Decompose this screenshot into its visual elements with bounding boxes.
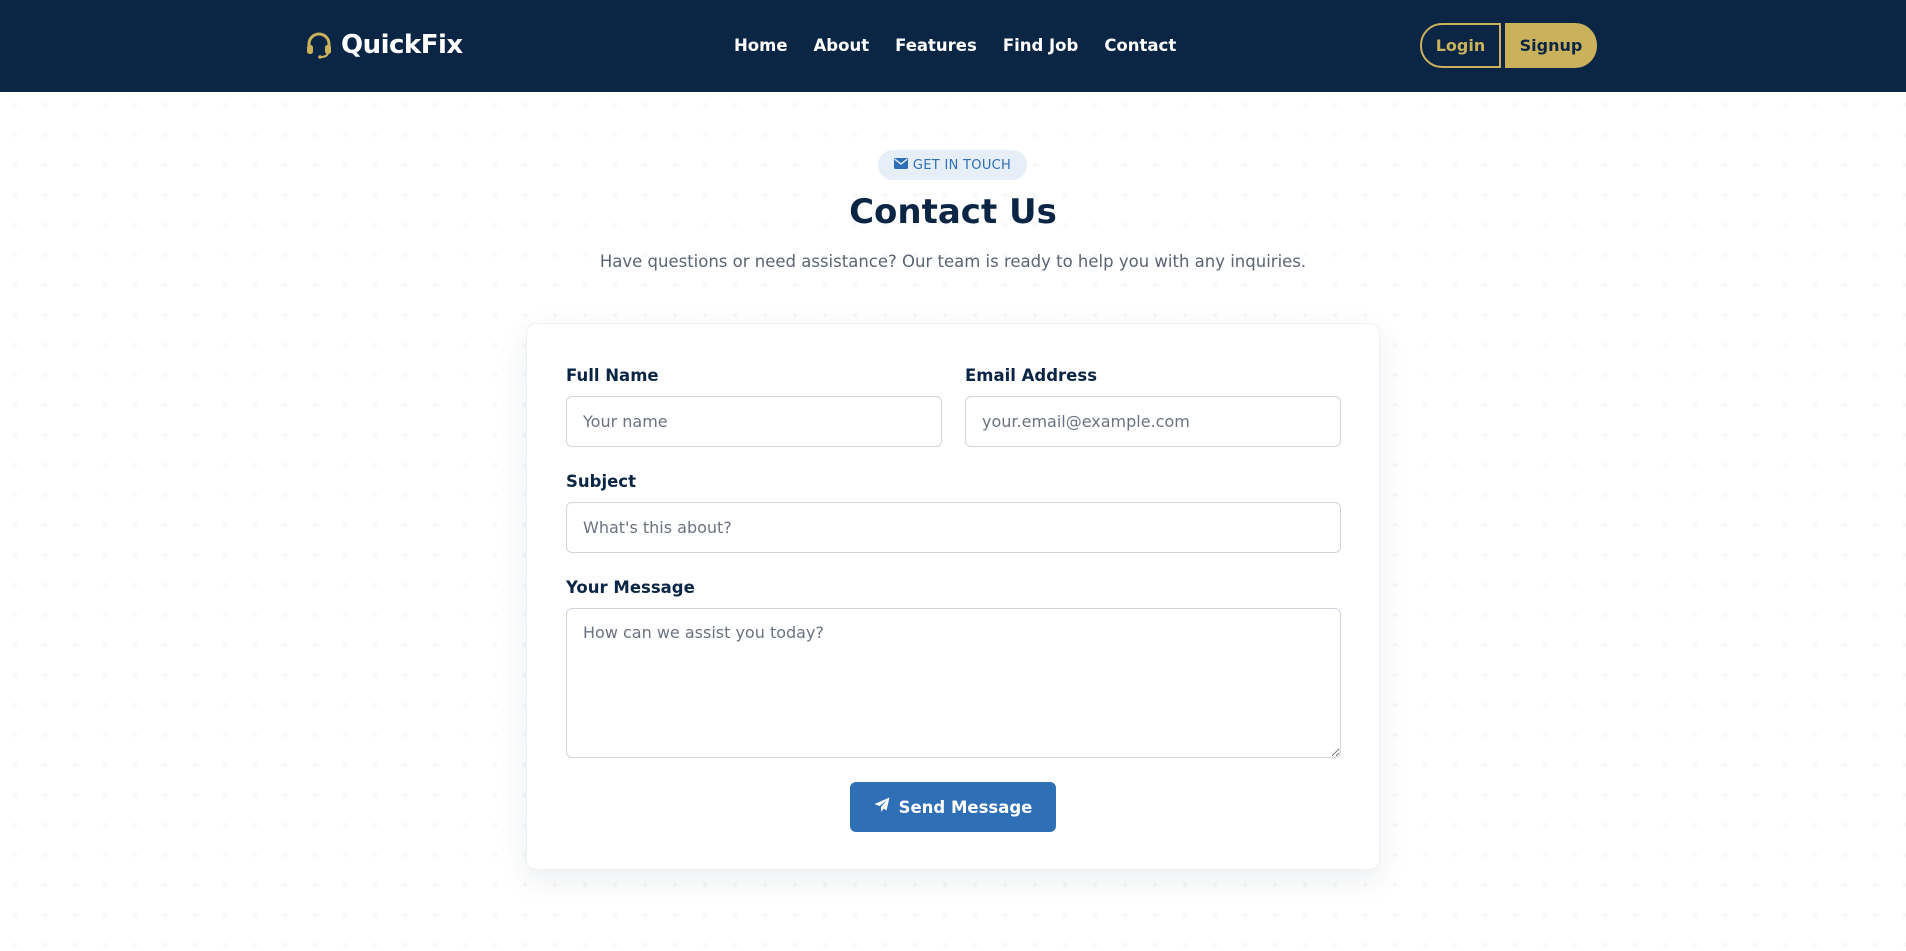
get-in-touch-badge: GET IN TOUCH bbox=[878, 150, 1027, 180]
subject-label: Subject bbox=[566, 472, 636, 491]
email-input[interactable] bbox=[965, 396, 1341, 447]
badge-label: GET IN TOUCH bbox=[912, 157, 1012, 173]
email-label: Email Address bbox=[965, 366, 1098, 385]
send-message-label: Send Message bbox=[898, 797, 1033, 817]
message-label: Your Message bbox=[566, 578, 695, 597]
headset-icon bbox=[303, 29, 335, 61]
login-button[interactable]: Login bbox=[1420, 23, 1501, 68]
page-title: Contact Us bbox=[849, 192, 1057, 232]
page-subtitle: Have questions or need assistance? Our t… bbox=[599, 252, 1307, 271]
brand-name: QuickFix bbox=[341, 30, 463, 60]
subject-input[interactable] bbox=[566, 502, 1341, 553]
nav-link-find-job[interactable]: Find Job bbox=[1003, 36, 1079, 55]
nav-link-home[interactable]: Home bbox=[734, 36, 788, 55]
signup-button[interactable]: Signup bbox=[1505, 23, 1597, 68]
message-textarea[interactable] bbox=[566, 608, 1341, 758]
send-message-button[interactable]: Send Message bbox=[850, 782, 1056, 832]
full-name-input[interactable] bbox=[566, 396, 942, 447]
envelope-icon bbox=[893, 157, 908, 173]
full-name-label: Full Name bbox=[566, 366, 659, 385]
main-nav: Home About Features Find Job Contact bbox=[734, 33, 1176, 57]
brand-logo-link[interactable]: QuickFix bbox=[303, 27, 463, 63]
nav-link-about[interactable]: About bbox=[814, 36, 870, 55]
nav-link-features[interactable]: Features bbox=[895, 36, 977, 55]
top-navbar: QuickFix Home About Features Find Job Co… bbox=[0, 0, 1906, 92]
paper-plane-icon bbox=[874, 797, 890, 817]
nav-link-contact[interactable]: Contact bbox=[1104, 36, 1176, 55]
contact-form-card: Full Name Email Address Subject Your Mes… bbox=[526, 323, 1380, 870]
